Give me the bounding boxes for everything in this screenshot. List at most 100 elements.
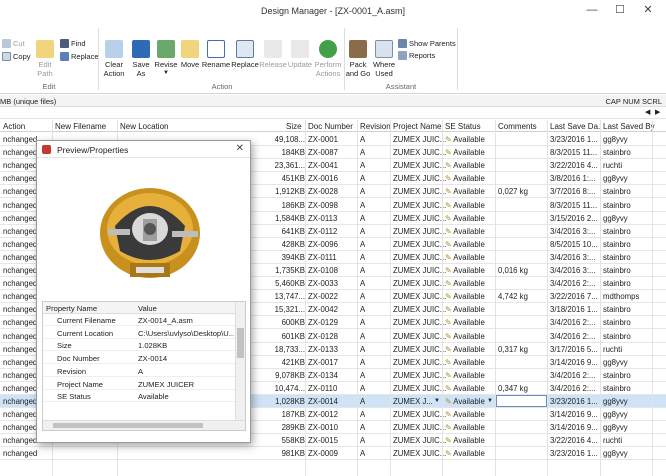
- status-right: CAP NUM SCRL: [605, 97, 662, 106]
- cell-doc-number: ZX-0033: [308, 279, 338, 289]
- cell-last-save-date: 3/4/2016 2:...: [550, 331, 596, 341]
- property-row[interactable]: Doc Number ZX-0014: [43, 352, 236, 365]
- cell-project-name: ZUMEX JUIC...: [393, 200, 447, 210]
- release-button[interactable]: Release: [259, 40, 287, 69]
- status-cell: ✎ Available: [445, 449, 485, 458]
- property-row[interactable]: Revision A: [43, 365, 236, 377]
- cell-doc-number: ZX-0010: [308, 423, 338, 433]
- scroll-left-icon[interactable]: ◀: [645, 108, 650, 116]
- cell-doc-number: ZX-0128: [308, 331, 338, 341]
- update-button[interactable]: Update: [287, 40, 313, 69]
- cell-action: nchanged: [3, 239, 38, 249]
- cell-doc-number: ZX-0111: [308, 252, 337, 262]
- scroll-right-icon[interactable]: ▶: [655, 108, 660, 116]
- status-cell: ✎ Available: [445, 201, 485, 210]
- cell-doc-number: ZX-0042: [308, 305, 338, 315]
- col-last-save-date[interactable]: Last Save Da...: [550, 122, 600, 131]
- move-button[interactable]: Move: [179, 40, 201, 69]
- cell-doc-number: ZX-0113: [308, 213, 338, 223]
- col-comments[interactable]: Comments: [498, 122, 537, 131]
- copy-button[interactable]: Copy: [2, 52, 31, 61]
- cell-se-status: Available: [453, 344, 485, 354]
- col-revision[interactable]: Revision: [360, 122, 391, 131]
- col-size[interactable]: Size: [286, 122, 302, 131]
- cell-revision: A: [360, 161, 366, 171]
- properties-vscrollbar[interactable]: [235, 302, 245, 420]
- cell-se-status: Available: [453, 318, 485, 328]
- cell-doc-number: ZX-0014: [308, 397, 338, 406]
- cell-project-name: ZUMEX J...: [393, 397, 433, 406]
- dialog-title-bar[interactable]: Preview/Properties ✕: [37, 141, 250, 158]
- status-dropdown-icon[interactable]: ▼: [487, 398, 493, 404]
- pack-icon: [349, 40, 367, 58]
- grid-line: [547, 120, 548, 476]
- status-cell: ✎ Available: [445, 240, 485, 249]
- find-button[interactable]: Find: [60, 39, 86, 48]
- property-row[interactable]: SE Status Available: [43, 390, 236, 403]
- col-last-saved-by[interactable]: Last Saved By: [603, 122, 655, 131]
- cut-button[interactable]: Cut: [2, 39, 25, 48]
- parents-icon: [398, 39, 407, 48]
- hscroll-thumb[interactable]: [53, 423, 203, 428]
- reports-button[interactable]: Reports: [398, 51, 435, 60]
- cell-revision: A: [360, 266, 366, 275]
- rename-button[interactable]: Rename: [202, 40, 230, 69]
- property-row[interactable]: Current Filename ZX-0014_A.asm: [43, 314, 236, 326]
- property-row[interactable]: Size 1.028KB: [43, 339, 236, 352]
- properties-hscrollbar[interactable]: [43, 420, 245, 430]
- cell-action: nchanged: [3, 252, 38, 262]
- maximize-button[interactable]: ☐: [606, 2, 634, 18]
- vscroll-thumb[interactable]: [237, 328, 244, 358]
- save-as-button[interactable]: Save As: [130, 40, 152, 78]
- cell-project-name: ZUMEX JUIC...: [393, 266, 447, 275]
- cell-last-save-date: 3/23/2016 1...: [550, 135, 598, 144]
- show-parents-button[interactable]: Show Parents: [398, 39, 456, 48]
- cell-project-name: ZUMEX JUIC...: [393, 148, 447, 158]
- property-name: Current Location: [57, 328, 114, 338]
- copy-icon: [2, 52, 11, 61]
- separator: [344, 28, 345, 90]
- prop-col-name: Property Name: [46, 304, 98, 313]
- col-doc-number[interactable]: Doc Number: [308, 122, 353, 131]
- col-new-filename[interactable]: New Filename: [55, 122, 106, 131]
- clear-action-button[interactable]: Clear Action: [102, 40, 126, 78]
- cell-project-name: ZUMEX JUIC...: [393, 370, 447, 380]
- cell-revision: A: [360, 318, 366, 328]
- property-name: Revision: [57, 366, 87, 376]
- pack-and-go-button[interactable]: Pack and Go: [346, 40, 370, 78]
- cell-project-name: ZUMEX JUIC...: [393, 449, 447, 459]
- where-used-button[interactable]: Where Used: [372, 40, 396, 78]
- col-se-status[interactable]: SE Status: [445, 122, 481, 131]
- edit-path-button[interactable]: Edit Path: [34, 40, 56, 78]
- cell-last-save-date: 3/4/2016 3:...: [550, 252, 596, 262]
- cell-size: 184KB: [281, 148, 305, 158]
- cell-last-save-date: 3/14/2016 9...: [550, 357, 598, 367]
- table-row[interactable]: nchanged 981KB ZX-0009 A ZUMEX JUIC... ✎ Avai…: [0, 447, 666, 461]
- col-action[interactable]: Action: [3, 122, 25, 131]
- cell-size: 5,460KB: [275, 279, 305, 289]
- cell-action: nchanged: [3, 200, 38, 210]
- cell-doc-number: ZX-0016: [308, 174, 338, 184]
- replace-small-button[interactable]: Replace: [60, 52, 99, 61]
- prop-col-value: Value: [138, 304, 157, 313]
- minimize-button[interactable]: —: [578, 2, 606, 18]
- property-row[interactable]: Current Location C:\Users\uvlyso\Desktop\…: [43, 327, 236, 339]
- cell-last-save-date: 3/22/2016 4...: [550, 161, 598, 171]
- comments-edit-field[interactable]: [496, 395, 547, 407]
- replace-button[interactable]: Replace: [231, 40, 259, 69]
- cell-project-name: ZUMEX JUIC...: [393, 410, 447, 420]
- dialog-close-icon[interactable]: ✕: [236, 143, 244, 154]
- cell-project-name: ZUMEX JUIC...: [393, 383, 447, 393]
- property-row[interactable]: Project Name ZUMEX JUICER: [43, 378, 236, 390]
- perform-actions-button[interactable]: Perform Actions: [314, 40, 342, 78]
- project-dropdown-icon[interactable]: ▼: [434, 398, 440, 404]
- col-new-location[interactable]: New Location: [120, 122, 168, 131]
- cell-action: nchanged: [3, 423, 38, 433]
- revise-button[interactable]: Revise ▼: [153, 40, 179, 78]
- cell-doc-number: ZX-0110: [308, 383, 338, 393]
- cell-last-saved-by: gg8yvy: [603, 174, 628, 184]
- grid-line: [600, 120, 601, 476]
- close-window-button[interactable]: ✕: [634, 2, 662, 18]
- cell-doc-number: ZX-0134: [308, 370, 338, 380]
- col-project-name[interactable]: Project Name: [393, 122, 441, 131]
